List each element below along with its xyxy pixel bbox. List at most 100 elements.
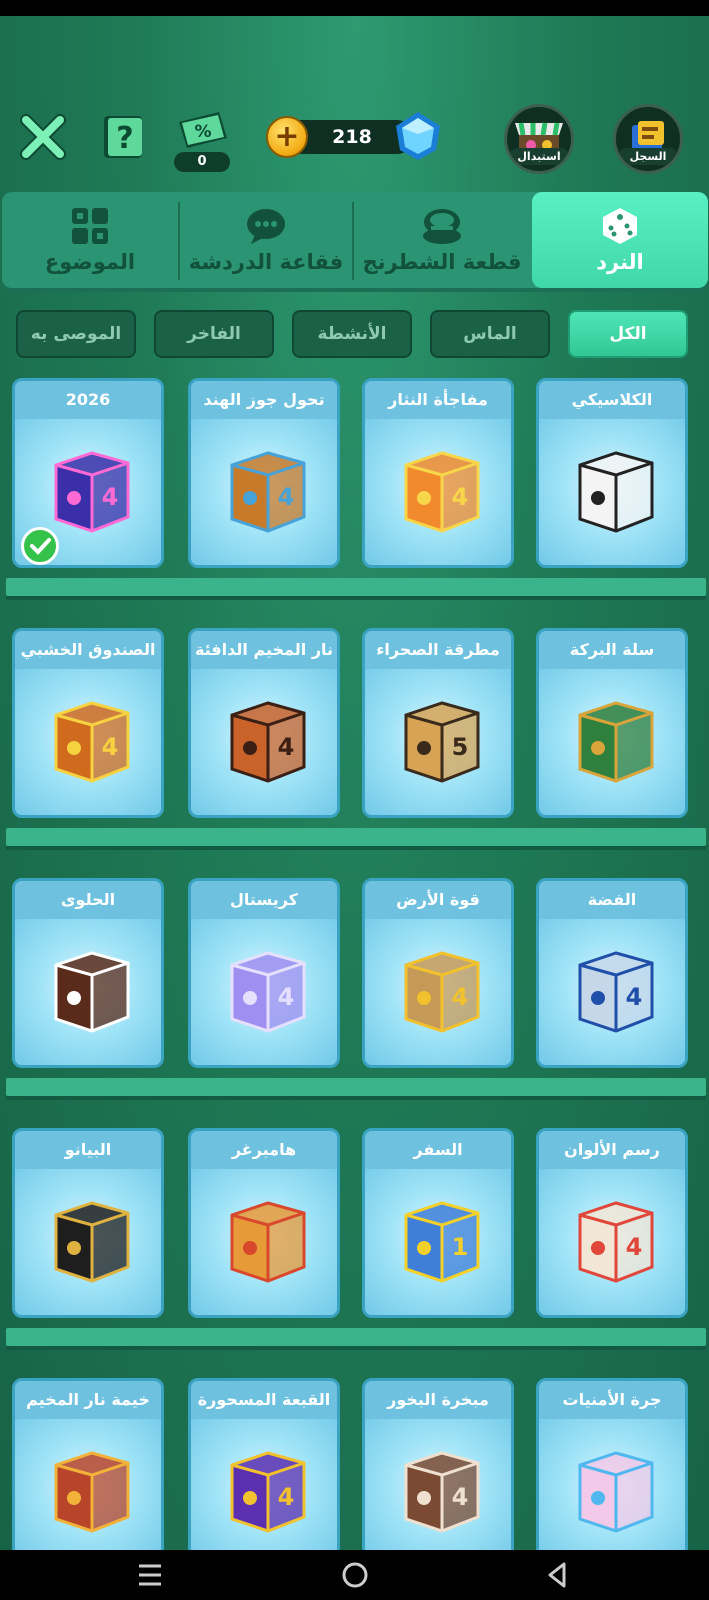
dice-item-preview: 4 <box>191 419 337 565</box>
dice-item-title: السفر <box>365 1131 511 1169</box>
dice-icon: 4 <box>578 951 654 1033</box>
filter-recommended[interactable]: الموصى به <box>16 310 136 358</box>
dice-item-card[interactable]: سلة البركة <box>536 628 688 818</box>
dice-item-preview: 4 <box>539 1169 685 1315</box>
dice-icon: 4 <box>230 451 306 533</box>
coin-balance[interactable]: + 218 <box>266 112 442 160</box>
dice-item-card[interactable]: القبعة المسحورة 4 <box>188 1378 340 1550</box>
shelf <box>6 1078 706 1096</box>
add-coins-button[interactable]: + <box>266 116 308 158</box>
dice-grid: الكلاسيكي مفاجأة النثار 4 تحول جوز الهند 4 20… <box>0 368 709 1550</box>
dice-item-preview: 4 <box>365 1419 511 1550</box>
tab-dice[interactable]: النرد <box>532 192 708 288</box>
tab-label: النرد <box>596 250 644 274</box>
dice-item-preview: 4 <box>191 669 337 815</box>
help-button[interactable]: ? <box>100 114 146 160</box>
dice-item-title: جرة الأمنيات <box>539 1381 685 1419</box>
dice-item-card[interactable]: الحلوى <box>12 878 164 1068</box>
filter-luxury[interactable]: الفاخر <box>154 310 274 358</box>
theme-grid-icon <box>72 208 108 244</box>
chess-piece-icon <box>423 209 461 244</box>
dice-item-card[interactable]: مفاجأة النثار 4 <box>362 378 514 568</box>
shelf <box>6 1328 706 1346</box>
tab-chess-piece[interactable]: قطعة الشطرنج <box>354 192 530 288</box>
dice-item-title: تحول جوز الهند <box>191 381 337 419</box>
dice-item-preview <box>539 669 685 815</box>
dice-item-title: كريستال <box>191 881 337 919</box>
dice-item-title: الفضة <box>539 881 685 919</box>
dice-item-preview: 4 <box>191 919 337 1065</box>
discount-ticket-icon: % <box>179 112 227 148</box>
tab-label: قطعة الشطرنج <box>362 250 522 274</box>
dice-item-title: مطرقة الصحراء <box>365 631 511 669</box>
dice-item-preview: 4 <box>15 669 161 815</box>
close-button[interactable] <box>18 112 68 162</box>
filter-activities[interactable]: الأنشطة <box>292 310 412 358</box>
dice-item-card[interactable]: البيانو <box>12 1128 164 1318</box>
tab-chat-bubble[interactable]: فقاعة الدردشة <box>180 192 352 288</box>
dice-icon: 4 <box>578 1201 654 1283</box>
tab-label: الموضوع <box>44 250 136 274</box>
dice-item-title: القبعة المسحورة <box>191 1381 337 1419</box>
dice-face-number: 5 <box>452 733 469 761</box>
dice-face-number: 4 <box>452 1483 469 1511</box>
dice-face-number: 4 <box>102 733 119 761</box>
recent-apps-icon[interactable] <box>133 1558 167 1592</box>
dice-face-number: 4 <box>626 1233 643 1261</box>
dice-item-card[interactable]: كريستال 4 <box>188 878 340 1068</box>
dice-item-preview: 4 <box>539 919 685 1065</box>
dice-item-title: مفاجأة النثار <box>365 381 511 419</box>
record-label: السجل <box>618 148 678 165</box>
dice-item-title: خيمة نار المخيم <box>15 1381 161 1419</box>
svg-text:%: % <box>194 122 211 142</box>
filter-all[interactable]: الكل <box>568 310 688 358</box>
home-icon[interactable] <box>338 1558 372 1592</box>
dice-item-card[interactable]: خيمة نار المخيم <box>12 1378 164 1550</box>
dice-item-card[interactable]: الصندوق الخشبي 4 <box>12 628 164 818</box>
dice-face-number: 4 <box>278 733 295 761</box>
dice-face-number: 4 <box>626 983 643 1011</box>
dice-item-preview <box>539 1419 685 1550</box>
dice-item-title: مبخرة البخور <box>365 1381 511 1419</box>
filter-diamond[interactable]: الماس <box>430 310 550 358</box>
dice-item-card[interactable]: الكلاسيكي <box>536 378 688 568</box>
dice-icon <box>578 1451 654 1533</box>
coupon-count: 0 <box>174 152 230 172</box>
dice-item-card[interactable]: مبخرة البخور 4 <box>362 1378 514 1550</box>
shelf <box>6 828 706 846</box>
dice-item-card[interactable]: رسم الألوان 4 <box>536 1128 688 1318</box>
exchange-button[interactable]: استبدال <box>504 104 574 174</box>
tab-theme[interactable]: الموضوع <box>2 192 178 288</box>
dice-icon: 4 <box>404 951 480 1033</box>
dice-icon <box>230 1201 306 1283</box>
dice-icon: 5 <box>404 701 480 783</box>
dice-item-card[interactable]: الفضة 4 <box>536 878 688 1068</box>
dice-face-number: 4 <box>278 1483 295 1511</box>
coin-count: 218 <box>332 126 372 148</box>
dice-item-title: الكلاسيكي <box>539 381 685 419</box>
dice-item-card[interactable]: هامبرغر <box>188 1128 340 1318</box>
dice-item-card[interactable]: نار المخيم الدافئة 4 <box>188 628 340 818</box>
dice-icon <box>54 951 130 1033</box>
dice-icon: 4 <box>54 451 130 533</box>
dice-icon: 4 <box>230 951 306 1033</box>
dice-item-preview: 4 <box>365 419 511 565</box>
dice-face-number: 4 <box>452 983 469 1011</box>
tab-label: فقاعة الدردشة <box>188 250 344 274</box>
dice-item-card[interactable]: 2026 4 <box>12 378 164 568</box>
dice-item-card[interactable]: قوة الأرض 4 <box>362 878 514 1068</box>
dice-face-number: 4 <box>102 483 119 511</box>
dice-item-card[interactable]: تحول جوز الهند 4 <box>188 378 340 568</box>
dice-item-card[interactable]: جرة الأمنيات <box>536 1378 688 1550</box>
dice-icon: 4 <box>230 1451 306 1533</box>
dice-face-number: 4 <box>278 483 295 511</box>
dice-item-title: البيانو <box>15 1131 161 1169</box>
dice-item-card[interactable]: مطرقة الصحراء 5 <box>362 628 514 818</box>
chat-bubble-icon <box>247 209 285 244</box>
dice-item-card[interactable]: السفر 1 <box>362 1128 514 1318</box>
category-tabs: الموضوع فقاعة الدردشة قطعة الشطرنج النرد <box>2 192 708 292</box>
dice-icon: 4 <box>404 1451 480 1533</box>
record-button[interactable]: السجل <box>613 104 683 174</box>
back-icon[interactable] <box>540 1558 574 1592</box>
dice-item-preview: 4 <box>365 919 511 1065</box>
